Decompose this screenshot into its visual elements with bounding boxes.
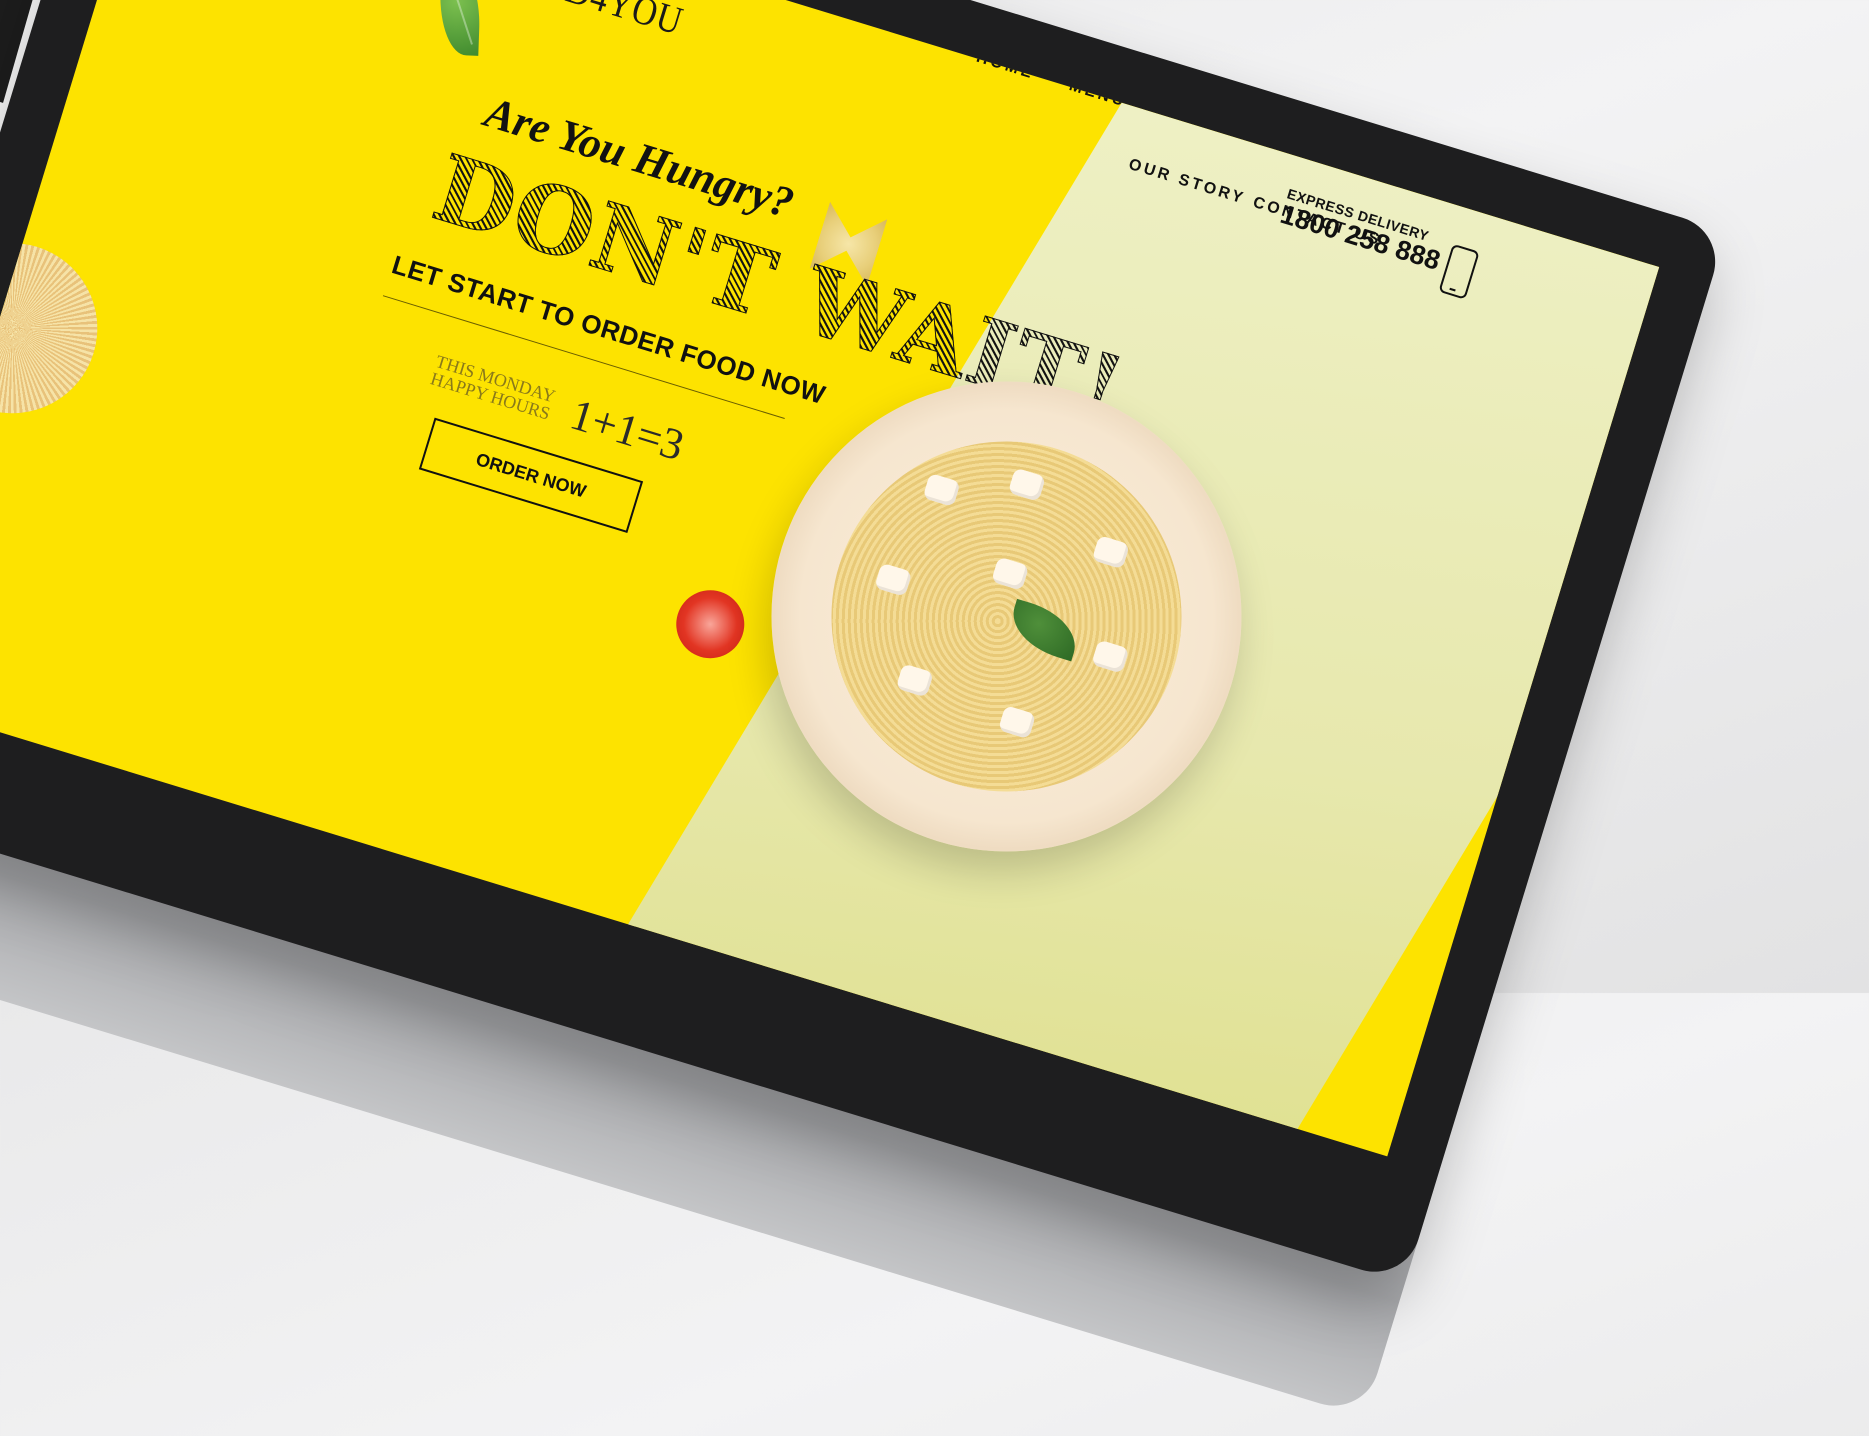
promo-offer: 1+1=3 xyxy=(564,389,690,471)
chicken-piece xyxy=(997,705,1037,740)
site-logo[interactable]: ♨FOOD4YOU xyxy=(469,0,689,45)
basil-leaf-decoration xyxy=(438,0,482,56)
chicken-piece xyxy=(1091,535,1130,570)
chicken-piece xyxy=(895,663,934,698)
chicken-piece xyxy=(922,472,961,508)
tomato-slice-decoration xyxy=(667,581,753,667)
promo-label: THIS MONDAY HAPPY HOURS xyxy=(428,351,558,424)
logo-text: FOOD4YOU xyxy=(494,0,689,44)
basil-garnish xyxy=(1004,598,1085,662)
chicken-piece xyxy=(1091,639,1130,674)
chicken-piece xyxy=(991,556,1030,591)
chicken-piece xyxy=(1007,467,1047,502)
chicken-piece xyxy=(874,562,913,597)
spaghetti-dish xyxy=(787,397,1225,835)
monitor-device: ♨FOOD4YOU Are You Hungry? DON'T WAIT! LE… xyxy=(0,0,1727,1436)
